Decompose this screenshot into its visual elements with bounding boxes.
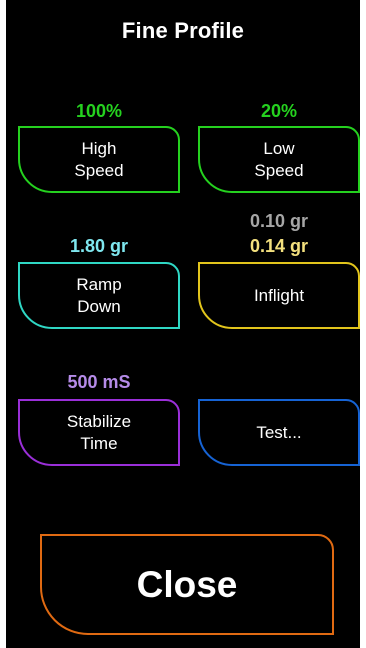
page-title: Fine Profile [121,18,245,43]
inflight-previous-value: 0.10 gr [249,211,309,231]
inflight-button[interactable]: Inflight [198,262,360,329]
low-speed-button[interactable]: Low Speed [198,126,360,193]
fine-profile-screen: Fine Profile 100% High Speed 20% Low Spe… [6,0,360,648]
high-speed-value: 100% [75,101,123,121]
close-button[interactable]: Close [40,534,334,635]
stabilize-time-value: 500 mS [67,372,131,392]
high-speed-button[interactable]: High Speed [18,126,180,193]
ramp-down-button[interactable]: Ramp Down [18,262,180,329]
test-button[interactable]: Test... [198,399,360,466]
ramp-down-value: 1.80 gr [69,236,129,256]
inflight-value: 0.14 gr [249,236,309,256]
stabilize-time-button[interactable]: Stabilize Time [18,399,180,466]
low-speed-value: 20% [260,101,298,121]
